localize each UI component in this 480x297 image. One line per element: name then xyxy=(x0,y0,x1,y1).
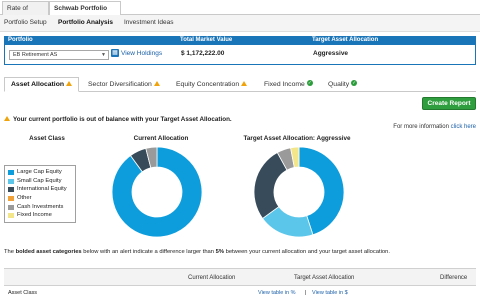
balance-message-text: Your current portfolio is out of balance… xyxy=(13,116,232,123)
tab-label: Asset Allocation xyxy=(11,81,65,88)
legend-label: Other xyxy=(17,195,32,202)
asset-class-title: Asset Class xyxy=(29,135,65,142)
nav-portfolio-analysis[interactable]: Portfolio Analysis xyxy=(58,19,113,26)
legend-small-cap: Small Cap Equity xyxy=(8,177,72,186)
view-holdings-link[interactable]: View Holdings xyxy=(121,50,162,57)
note-text: The xyxy=(4,249,16,255)
target-allocation-donut xyxy=(253,146,345,238)
tab-label: Sector Diversification xyxy=(88,81,152,88)
legend-swatch xyxy=(8,178,14,184)
legend-other: Other xyxy=(8,194,72,203)
more-info: For more information click here xyxy=(393,124,476,130)
note-bold: bolded asset categories xyxy=(15,249,82,255)
chevron-down-icon: ▼ xyxy=(101,52,106,58)
market-value-col-label: Total Market Value xyxy=(180,37,233,43)
target-allocation-value: Aggressive xyxy=(313,50,349,57)
view-dollar-link[interactable]: View table in $ xyxy=(312,290,348,296)
target-allocation-title: Target Asset Allocation: Aggressive xyxy=(243,135,351,142)
legend-large-cap: Large Cap Equity xyxy=(8,168,72,177)
legend-international: International Equity xyxy=(8,185,72,194)
warning-icon xyxy=(241,80,248,86)
allocation-table-header: Current Allocation Target Asset Allocati… xyxy=(4,268,476,286)
legend-label: Fixed Income xyxy=(17,212,52,219)
total-market-value: $ 1,172,222.00 xyxy=(181,50,225,57)
target-col-label: Target Asset Allocation xyxy=(312,37,379,43)
tab-rate-of-return[interactable]: Rate of Return xyxy=(2,1,49,25)
warning-icon xyxy=(4,115,10,121)
tab-label: Quality xyxy=(328,81,350,88)
nav-investment-ideas[interactable]: Investment Ideas xyxy=(124,19,174,26)
link-separator: | xyxy=(305,290,307,296)
donut-slice-international-equity xyxy=(253,152,288,220)
legend-label: International Equity xyxy=(17,186,67,193)
analysis-tab-bar: Asset Allocation Sector Diversification … xyxy=(4,77,476,92)
portfolio-col-label: Portfolio xyxy=(8,37,33,43)
portfolio-select-value: EB Retirement AS xyxy=(13,52,58,58)
portfolio-select[interactable]: EB Retirement AS ▼ xyxy=(9,50,109,60)
legend-cash: Cash Investments xyxy=(8,203,72,212)
holdings-icon[interactable]: ▦ xyxy=(111,49,119,57)
legend-swatch xyxy=(8,204,14,210)
tab-quality[interactable]: Quality ✓ xyxy=(328,78,358,92)
legend-label: Cash Investments xyxy=(17,203,64,210)
nav-portfolio-setup[interactable]: Portfolio Setup xyxy=(4,19,47,26)
legend-label: Small Cap Equity xyxy=(17,177,62,184)
create-report-button[interactable]: Create Report xyxy=(422,97,476,110)
legend-swatch xyxy=(8,196,14,202)
table-row: Asset Class View table in % | View table… xyxy=(4,287,476,297)
check-icon: ✓ xyxy=(351,80,358,87)
tab-sector-diversification[interactable]: Sector Diversification xyxy=(88,78,160,92)
legend-swatch xyxy=(8,187,14,193)
note-bold: 5% xyxy=(215,249,224,255)
warning-icon xyxy=(153,80,160,86)
top-tab-bar: Rate of Return Schwab Portfolio Checkup xyxy=(0,0,480,25)
current-allocation-title: Current Allocation xyxy=(133,135,189,142)
more-info-text: For more information xyxy=(393,124,449,130)
balance-warning: Your current portfolio is out of balance… xyxy=(4,115,232,123)
tab-label: Fixed Income xyxy=(264,81,305,88)
col-difference: Difference xyxy=(440,275,468,281)
click-here-link[interactable]: click here xyxy=(451,124,476,130)
col-target-allocation: Target Asset Allocation xyxy=(294,275,355,281)
note-text: between your current allocation and your… xyxy=(224,249,390,255)
check-icon: ✓ xyxy=(306,80,313,87)
warning-icon xyxy=(66,80,73,86)
col-current-allocation: Current Allocation xyxy=(188,275,236,281)
sub-navigation: Portfolio Setup Portfolio Analysis Inves… xyxy=(0,15,480,32)
tab-asset-allocation[interactable]: Asset Allocation xyxy=(4,77,80,92)
note-text: below with an alert indicate a differenc… xyxy=(81,249,216,255)
portfolio-row: EB Retirement AS ▼ ▦ View Holdings $ 1,1… xyxy=(4,45,476,65)
bold-categories-note: The bolded asset categories below with a… xyxy=(4,249,390,255)
tab-fixed-income[interactable]: Fixed Income ✓ xyxy=(264,78,313,92)
tab-equity-concentration[interactable]: Equity Concentration xyxy=(176,78,248,92)
tab-portfolio-checkup[interactable]: Schwab Portfolio Checkup xyxy=(49,1,121,25)
tab-label: Equity Concentration xyxy=(176,81,240,88)
legend-swatch xyxy=(8,170,14,175)
legend-label: Large Cap Equity xyxy=(17,169,62,175)
legend-fixed-income: Fixed Income xyxy=(8,211,72,220)
current-allocation-donut xyxy=(111,146,203,238)
row-label: Asset Class xyxy=(8,290,38,296)
asset-class-legend: Large Cap Equity Small Cap Equity Intern… xyxy=(4,165,76,223)
view-percent-link[interactable]: View table in % xyxy=(258,290,296,296)
portfolio-header: Portfolio Total Market Value Target Asse… xyxy=(4,36,476,45)
legend-swatch xyxy=(8,213,14,219)
